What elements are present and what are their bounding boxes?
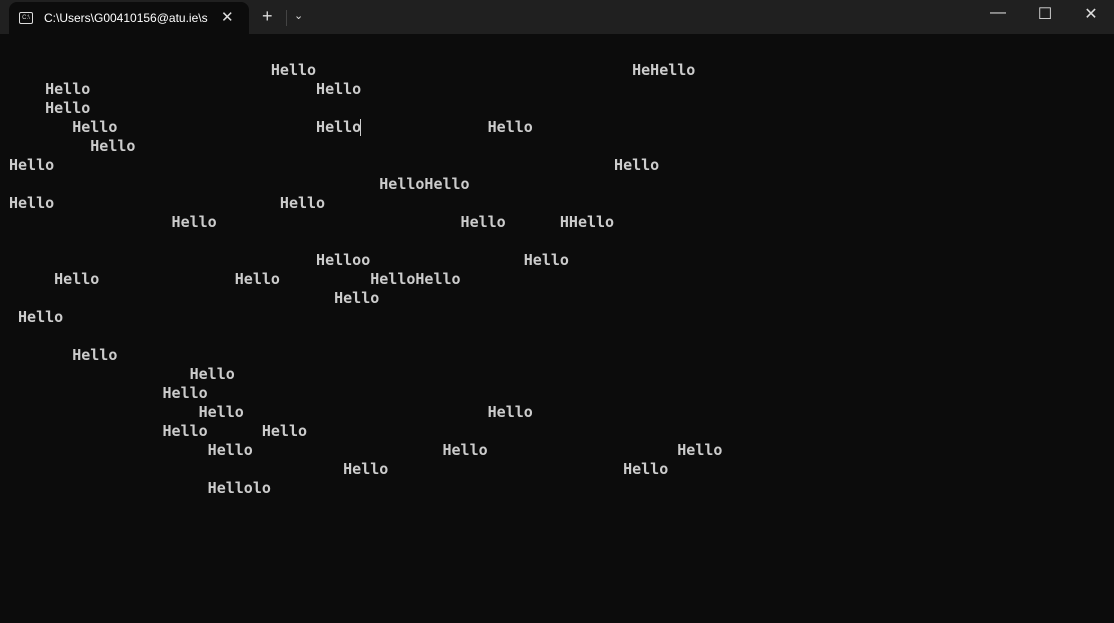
terminal-line: HelloHello	[9, 175, 470, 193]
divider	[286, 10, 287, 26]
new-tab-button[interactable]: +	[262, 6, 273, 27]
terminal-line: Hello HeHello	[9, 61, 696, 79]
terminal-line: Hello Hello HelloHello	[9, 270, 461, 288]
maximize-button[interactable]: ☐	[1022, 4, 1068, 24]
terminal-line: Hellolo	[9, 479, 271, 497]
terminal-icon: C:\	[19, 12, 33, 24]
terminal-line: Hello	[9, 289, 380, 307]
terminal-line: Hello	[9, 99, 91, 117]
terminal-line: Helloo Hello	[9, 251, 569, 269]
terminal-line: Hello Hello	[9, 80, 362, 98]
terminal-line: Hello	[9, 137, 136, 155]
terminal-line: Hello Hello	[9, 422, 308, 440]
terminal-line: Hello Hello	[9, 460, 669, 478]
chevron-down-icon[interactable]: ⌄	[294, 9, 303, 22]
text-cursor	[360, 119, 361, 136]
terminal-line: Hello	[9, 308, 64, 326]
title-bar: C:\ C:\Users\G00410156@atu.ie\s ✕ + ⌄ — …	[0, 0, 1114, 34]
terminal-line: Hello Hello Hello	[9, 441, 723, 459]
terminal-line: Hello	[9, 365, 235, 383]
terminal-line: Hello Hello Hello	[9, 118, 533, 136]
terminal-line: Hello Hello HHello	[9, 213, 615, 231]
tab-terminal[interactable]: C:\ C:\Users\G00410156@atu.ie\s ✕	[9, 2, 249, 34]
terminal-line: Hello Hello	[9, 156, 660, 174]
terminal-line: Hello	[9, 384, 208, 402]
close-tab-icon[interactable]: ✕	[221, 8, 234, 26]
terminal-line: Hello Hello	[9, 403, 533, 421]
terminal-line: Hello	[9, 346, 118, 364]
terminal-output[interactable]: Hello HeHello Hello Hello Hello Hello He…	[9, 42, 722, 498]
close-window-button[interactable]: ✕	[1068, 4, 1114, 24]
minimize-button[interactable]: —	[975, 4, 1021, 22]
tab-title: C:\Users\G00410156@atu.ie\s	[44, 11, 208, 25]
terminal-line: Hello Hello	[9, 194, 326, 212]
